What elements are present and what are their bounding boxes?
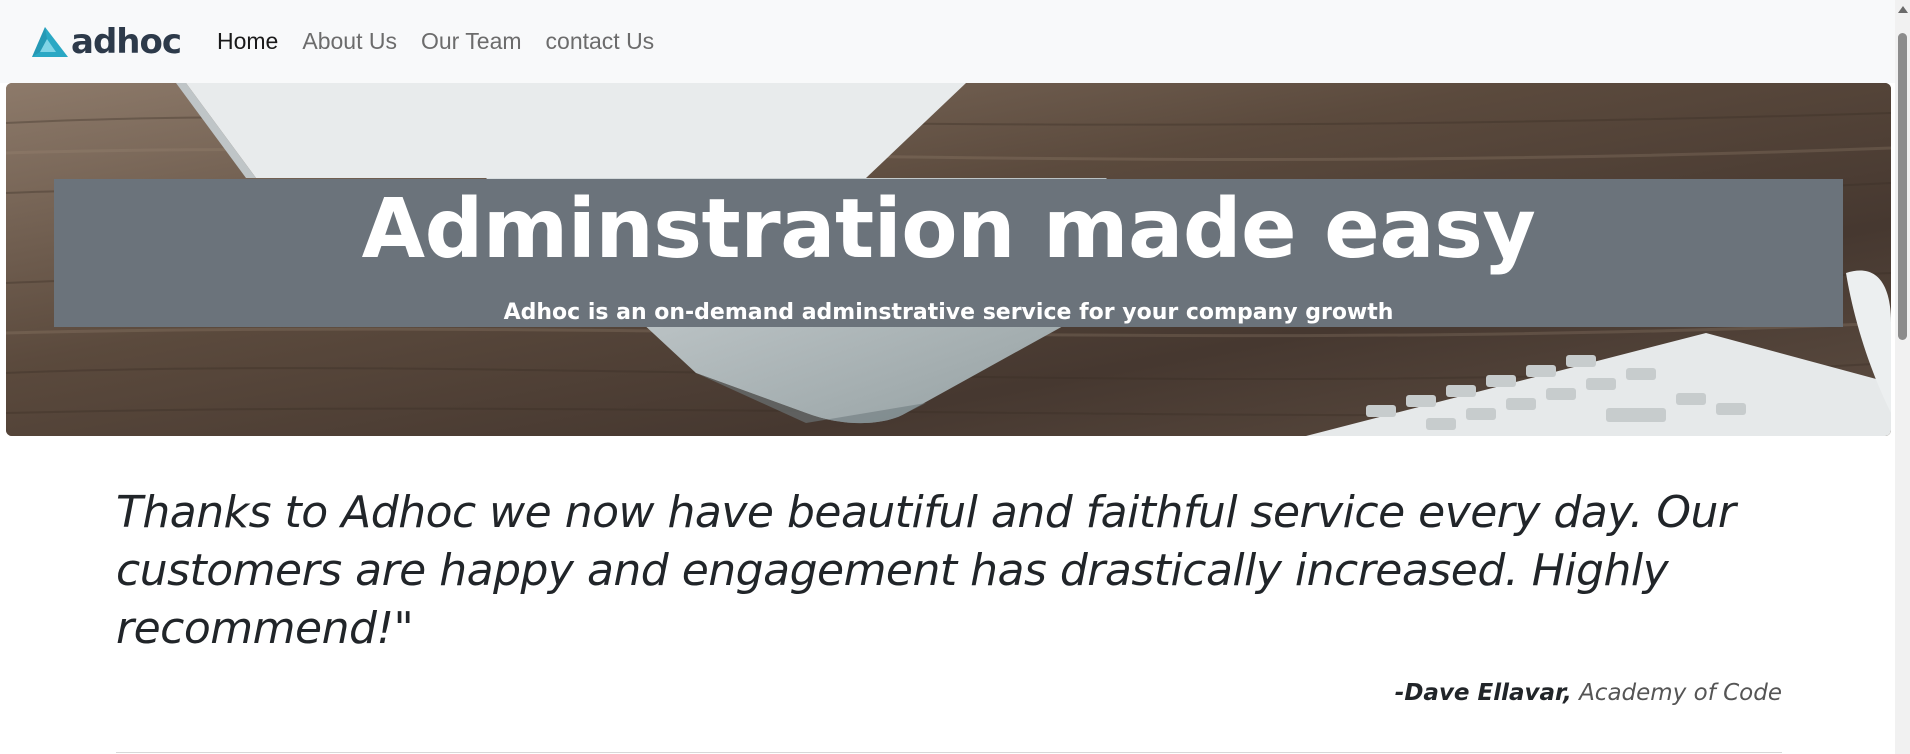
page: adhoc Home About Us Our Team contact Us xyxy=(0,0,1910,754)
scrollbar-thumb[interactable] xyxy=(1898,33,1907,340)
testimonial-author: -Dave Ellavar, xyxy=(1394,680,1572,706)
hero-title: Adminstration made easy xyxy=(361,182,1536,277)
brand-name: adhoc xyxy=(71,21,182,62)
hero-banner: Adminstration made easy Adhoc is an on-d… xyxy=(6,83,1891,436)
scroll-up-arrow-icon[interactable] xyxy=(1898,6,1908,13)
nav-link-contact-us[interactable]: contact Us xyxy=(546,28,655,55)
nav-link-about-us[interactable]: About Us xyxy=(302,28,397,55)
nav-links: Home About Us Our Team contact Us xyxy=(217,28,678,55)
testimonial: Thanks to Adhoc we now have beautiful an… xyxy=(116,484,1782,706)
triangle-logo-icon xyxy=(32,26,68,57)
nav-link-our-team[interactable]: Our Team xyxy=(421,28,522,55)
testimonial-quote: Thanks to Adhoc we now have beautiful an… xyxy=(116,487,1736,654)
testimonial-organization: Academy of Code xyxy=(1579,680,1782,706)
vertical-scrollbar[interactable] xyxy=(1895,0,1910,754)
hero-subtitle: Adhoc is an on-demand adminstrative serv… xyxy=(503,300,1394,325)
brand-logo-link[interactable]: adhoc xyxy=(30,21,182,62)
nav-link-home[interactable]: Home xyxy=(217,28,278,55)
section-divider xyxy=(116,752,1782,753)
navbar: adhoc Home About Us Our Team contact Us xyxy=(0,0,1895,83)
testimonial-attribution: -Dave Ellavar, Academy of Code xyxy=(116,680,1782,706)
